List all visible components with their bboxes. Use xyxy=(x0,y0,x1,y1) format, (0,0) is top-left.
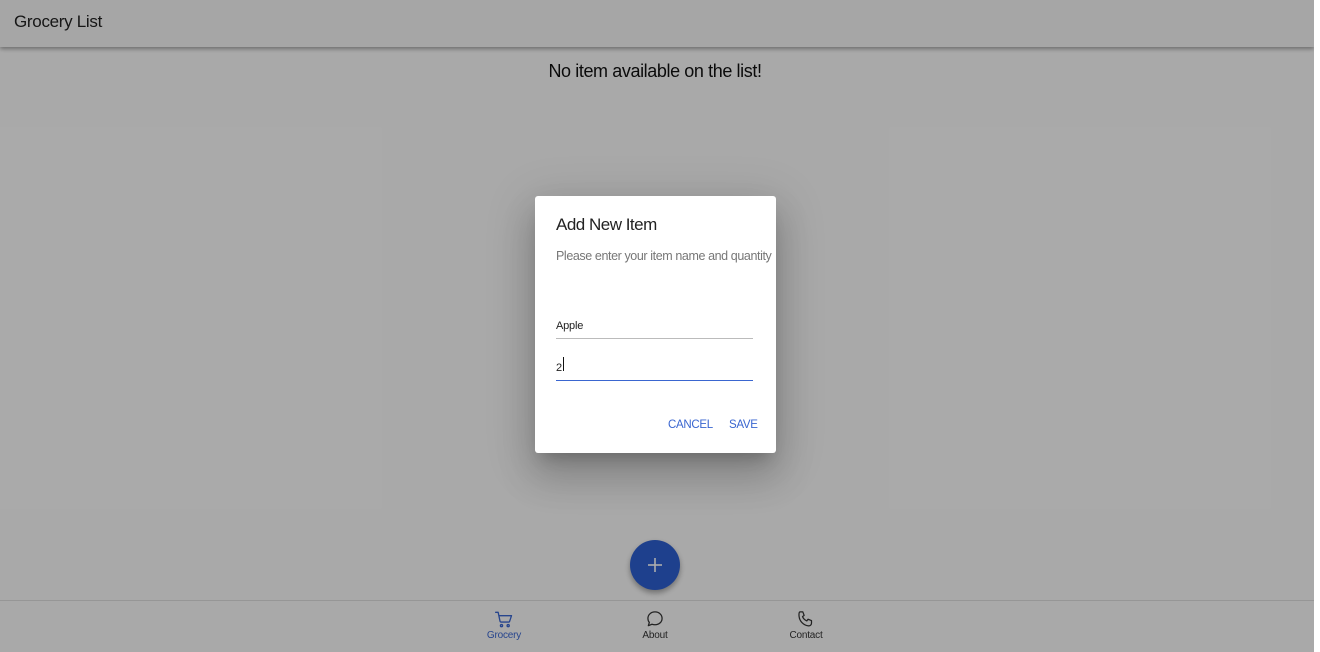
add-item-dialog: Add New Item Please enter your item name… xyxy=(535,196,776,453)
item-name-field xyxy=(556,316,753,339)
item-name-underline xyxy=(556,338,753,339)
quantity-underline xyxy=(556,380,753,381)
cancel-button[interactable]: CANCEL xyxy=(668,419,713,431)
text-caret xyxy=(563,357,565,371)
save-button[interactable]: SAVE xyxy=(729,419,758,431)
scrollbar-gutter xyxy=(1314,0,1320,652)
dialog-description: Please enter your item name and quantity xyxy=(556,249,772,263)
item-name-input[interactable] xyxy=(556,320,753,338)
quantity-field xyxy=(556,357,753,381)
app-root: Grocery List No item available on the li… xyxy=(0,0,1314,652)
quantity-input[interactable] xyxy=(556,362,753,380)
dialog-title: Add New Item xyxy=(556,215,657,234)
